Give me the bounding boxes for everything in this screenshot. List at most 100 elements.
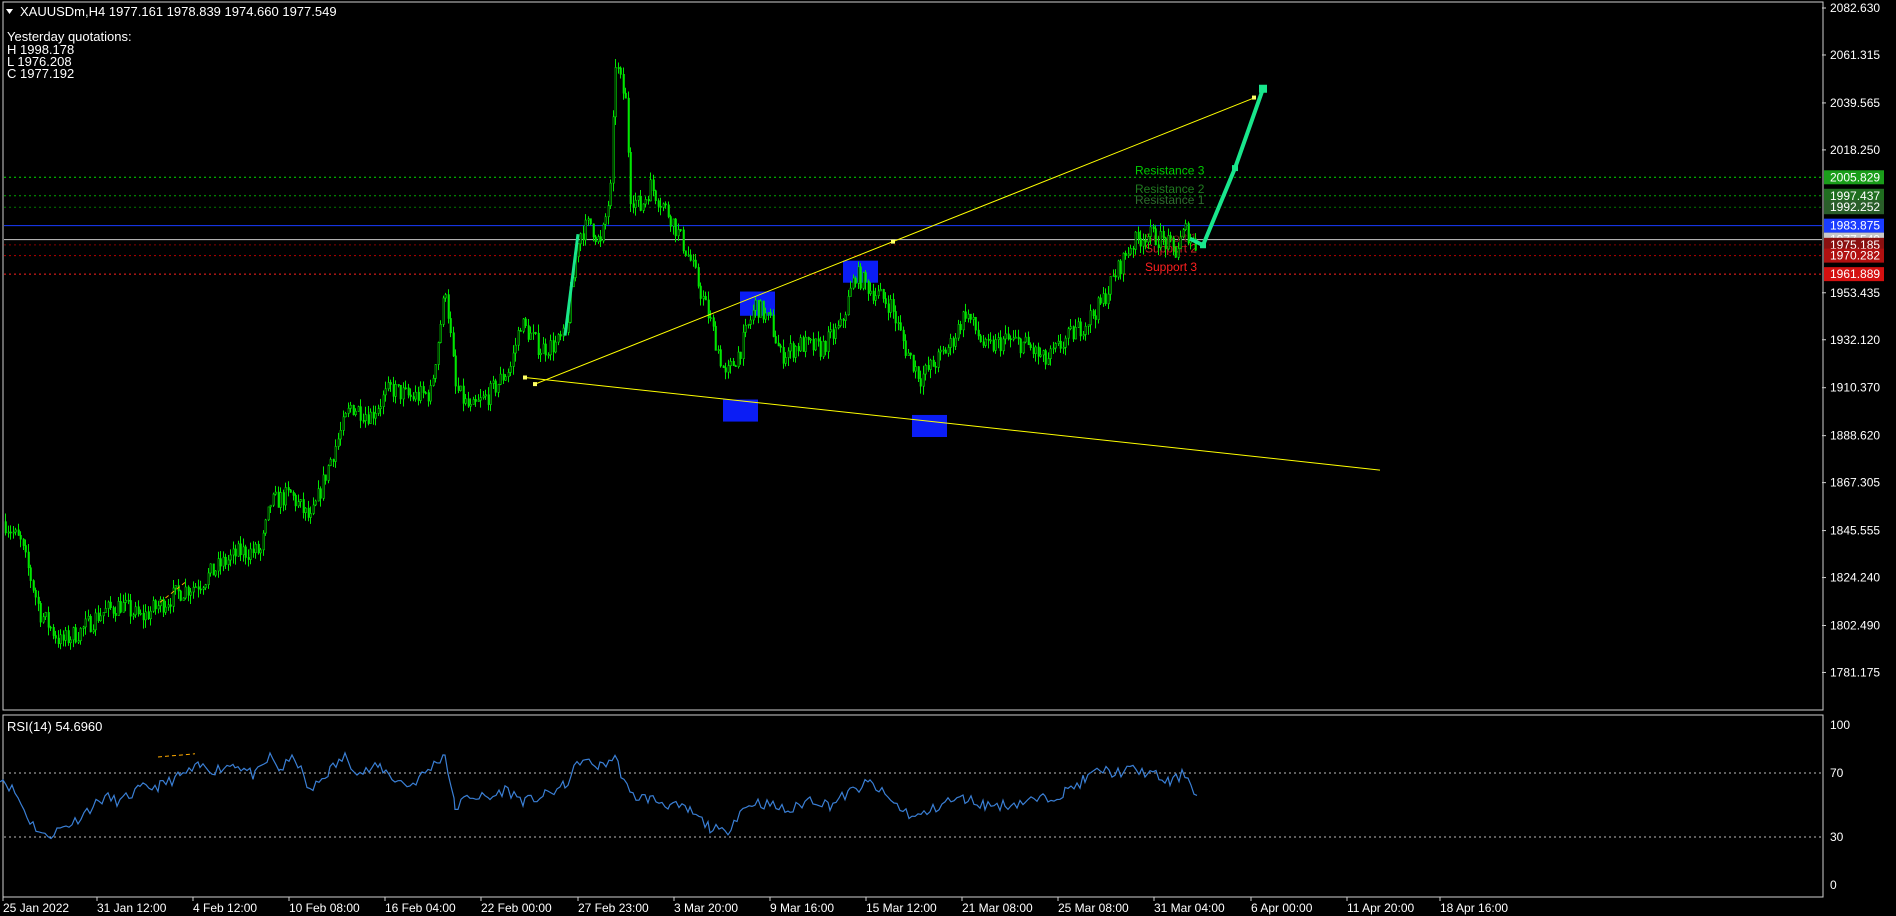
candle-body	[727, 365, 730, 373]
candle-body	[1084, 325, 1087, 335]
candle-body	[1017, 336, 1020, 340]
candle-body	[797, 346, 800, 352]
candle-body	[1029, 344, 1032, 349]
candle-body	[42, 616, 45, 623]
candle-body	[782, 347, 785, 364]
candle-body	[522, 318, 525, 332]
candle-body	[507, 372, 510, 378]
candle-body	[324, 474, 327, 481]
candle-body	[764, 312, 767, 320]
candle-body	[74, 627, 77, 643]
candle-body	[877, 290, 880, 297]
candle-body	[469, 404, 472, 407]
candle-body	[1092, 310, 1095, 316]
candle-body	[609, 182, 612, 207]
candle-body	[1064, 337, 1067, 348]
candle-body	[189, 591, 192, 596]
price-tick-label: 1910.370	[1830, 381, 1880, 395]
candle-body	[462, 385, 465, 404]
time-tick-label: 31 Mar 04:00	[1154, 901, 1225, 915]
candle-body	[482, 395, 485, 398]
candle-body	[349, 404, 352, 409]
candle-body	[982, 341, 985, 346]
candle-body	[14, 529, 17, 533]
candle-body	[597, 236, 600, 243]
trendline-anchor[interactable]	[533, 382, 537, 387]
candle-body	[949, 338, 952, 348]
trendline-anchor[interactable]	[891, 239, 895, 244]
candle-body	[24, 545, 27, 553]
rsi-tick-label: 0	[1830, 878, 1837, 892]
candle-body	[1102, 293, 1105, 304]
candle-body	[792, 343, 795, 358]
trendline-anchor[interactable]	[1252, 95, 1256, 100]
candle-body	[342, 416, 345, 431]
candle-body	[142, 612, 145, 621]
candle-body	[259, 549, 262, 554]
candle-body	[1049, 348, 1052, 359]
candle-body	[629, 151, 632, 205]
price-tick-label: 1867.305	[1830, 476, 1880, 490]
price-tick-label: 1845.555	[1830, 524, 1880, 538]
candle-body	[929, 359, 932, 370]
candle-body	[419, 386, 422, 401]
candle-body	[1117, 260, 1120, 278]
candle-body	[634, 199, 637, 208]
trendline-anchor[interactable]	[523, 375, 527, 380]
pattern-box[interactable]	[912, 414, 947, 438]
candle-body	[937, 351, 940, 368]
candle-body	[497, 384, 500, 393]
candle-body	[102, 612, 105, 617]
candle-body	[554, 341, 557, 353]
candle-body	[1074, 327, 1077, 340]
candle-body	[667, 204, 670, 217]
candle-body	[362, 420, 365, 422]
candle-body	[617, 67, 620, 69]
candle-body	[334, 446, 337, 462]
candle-body	[1144, 240, 1147, 243]
candle-body	[1159, 230, 1162, 248]
candle-body	[809, 338, 812, 341]
candle-body	[37, 596, 40, 604]
candle-body	[1067, 328, 1070, 339]
candle-body	[217, 558, 220, 572]
forecast-node	[1200, 242, 1206, 249]
candle-body	[99, 615, 102, 622]
candle-body	[437, 342, 440, 365]
candle-body	[822, 340, 825, 357]
candle-body	[729, 361, 732, 366]
candle-body	[1177, 248, 1180, 258]
level-name-label: Support 3	[1145, 260, 1197, 274]
candle-body	[432, 378, 435, 386]
candle-body	[227, 559, 230, 565]
candle-body	[422, 386, 425, 393]
candle-body	[1119, 260, 1122, 275]
candle-body	[184, 586, 187, 599]
candle-body	[989, 339, 992, 342]
candle-body	[789, 343, 792, 352]
dropdown-triangle-icon[interactable]	[6, 9, 13, 14]
candle-body	[412, 396, 415, 400]
candle-body	[359, 406, 362, 421]
trendline[interactable]	[524, 376, 1381, 471]
time-tick-label: 10 Feb 08:00	[289, 901, 360, 915]
candle-body	[1132, 248, 1135, 250]
candle-body	[147, 611, 150, 620]
candle-body	[27, 551, 30, 569]
candle-body	[547, 354, 550, 357]
chart-canvas[interactable]: Resistance 3Resistance 2Resistance 1Supp…	[0, 0, 1896, 916]
candle-body	[802, 337, 805, 352]
time-tick-label: 3 Mar 20:00	[674, 901, 738, 915]
candle-body	[454, 355, 457, 387]
candle-body	[257, 543, 260, 554]
candle-body	[399, 384, 402, 400]
candle-body	[292, 492, 295, 496]
candle-body	[862, 272, 865, 289]
candle-body	[139, 612, 142, 615]
candle-body	[277, 491, 280, 508]
candle-body	[992, 339, 995, 351]
candle-body	[107, 601, 110, 609]
candle-body	[1122, 252, 1125, 275]
pattern-box[interactable]	[723, 399, 758, 422]
candle-body	[492, 380, 495, 384]
